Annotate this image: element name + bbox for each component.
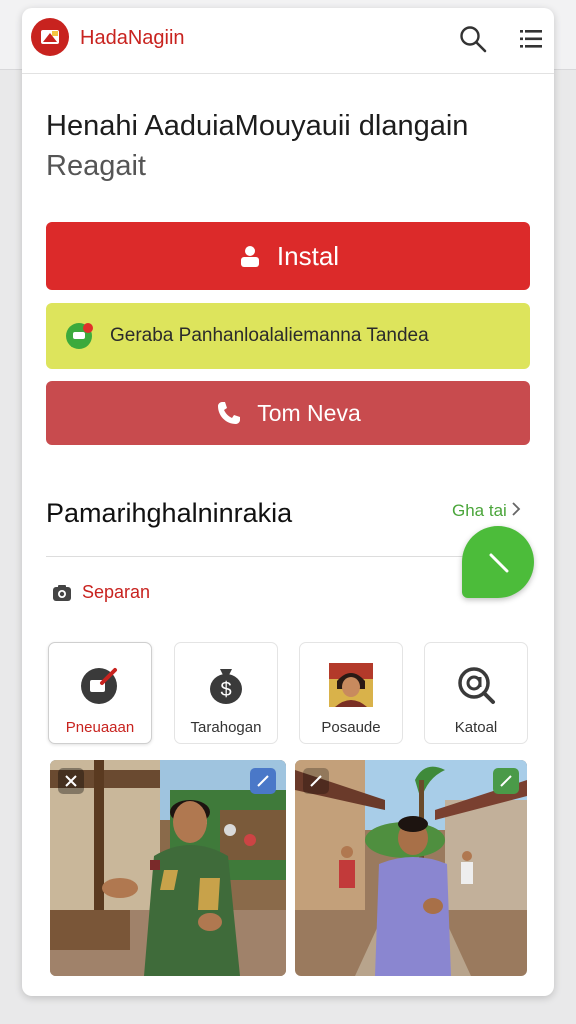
- close-icon[interactable]: [58, 768, 84, 794]
- category-tarahogan[interactable]: $ Tarahogan: [174, 642, 278, 744]
- chat-bubble-icon: [64, 320, 96, 352]
- chevron-right-icon: [511, 501, 521, 521]
- headline-line-1: Henahi AaduiaMouyauii dlangain: [46, 110, 469, 142]
- avatar-photo-icon: [329, 663, 373, 707]
- expand-icon[interactable]: [250, 768, 276, 794]
- at-search-icon: [458, 667, 495, 704]
- call-label: Tom Neva: [257, 399, 361, 426]
- install-button[interactable]: Instal: [46, 222, 530, 290]
- app-card: HadaNagiin Henahi AaduiaMouyauii dlangai…: [22, 8, 554, 996]
- photo-market-speaker[interactable]: [50, 760, 286, 976]
- category-label: Katoal: [454, 719, 498, 736]
- edit-icon[interactable]: [303, 768, 329, 794]
- section-divider: [46, 556, 466, 557]
- phone-icon: [215, 399, 243, 427]
- photo-village-street[interactable]: [295, 760, 527, 976]
- category-pneuaaan[interactable]: Pneuaaan: [48, 642, 152, 744]
- brand-name: HadaNagiin: [80, 27, 185, 49]
- svg-text:$: $: [220, 679, 231, 701]
- category-posaude[interactable]: Posaude: [299, 642, 403, 744]
- person-icon: [237, 243, 263, 269]
- install-label: Instal: [276, 240, 340, 271]
- section-title: Pamarihghalninrakia: [46, 498, 293, 528]
- app-header: HadaNagiin: [22, 8, 554, 74]
- category-label: Pneuaaan: [65, 719, 135, 736]
- category-grid: Pneuaaan $ Tarahogan Posaude Katoal: [48, 642, 528, 744]
- category-label: Tarahogan: [190, 719, 262, 736]
- pencil-icon: [489, 553, 509, 573]
- chat-label: Geraba Panhanloalaliemanna Tandea: [110, 325, 429, 346]
- filter-label: Separan: [82, 582, 151, 602]
- filter-chip[interactable]: Separan: [52, 582, 150, 603]
- page-headline: Henahi AaduiaMouyauii dlangain Reagait: [46, 106, 536, 186]
- call-button[interactable]: Tom Neva: [46, 381, 530, 445]
- category-label: Posaude: [321, 719, 381, 736]
- search-icon[interactable]: [458, 24, 488, 54]
- expand-icon[interactable]: [493, 768, 519, 794]
- see-all-link[interactable]: Gha tai: [452, 501, 521, 521]
- menu-icon[interactable]: [516, 24, 546, 54]
- brand-logo[interactable]: [31, 18, 69, 56]
- chat-button[interactable]: Geraba Panhanloalaliemanna Tandea: [46, 303, 530, 369]
- camera-icon: [52, 583, 72, 603]
- category-katoal[interactable]: Katoal: [424, 642, 528, 744]
- logo-mark-icon: [41, 30, 59, 44]
- see-all-label: Gha tai: [452, 501, 507, 520]
- headline-line-2: Reagait: [46, 150, 146, 182]
- edit-badge-icon: [81, 668, 117, 704]
- money-bag-icon: $: [210, 669, 242, 704]
- village-scene-image: [295, 760, 527, 976]
- compose-fab[interactable]: [462, 526, 534, 598]
